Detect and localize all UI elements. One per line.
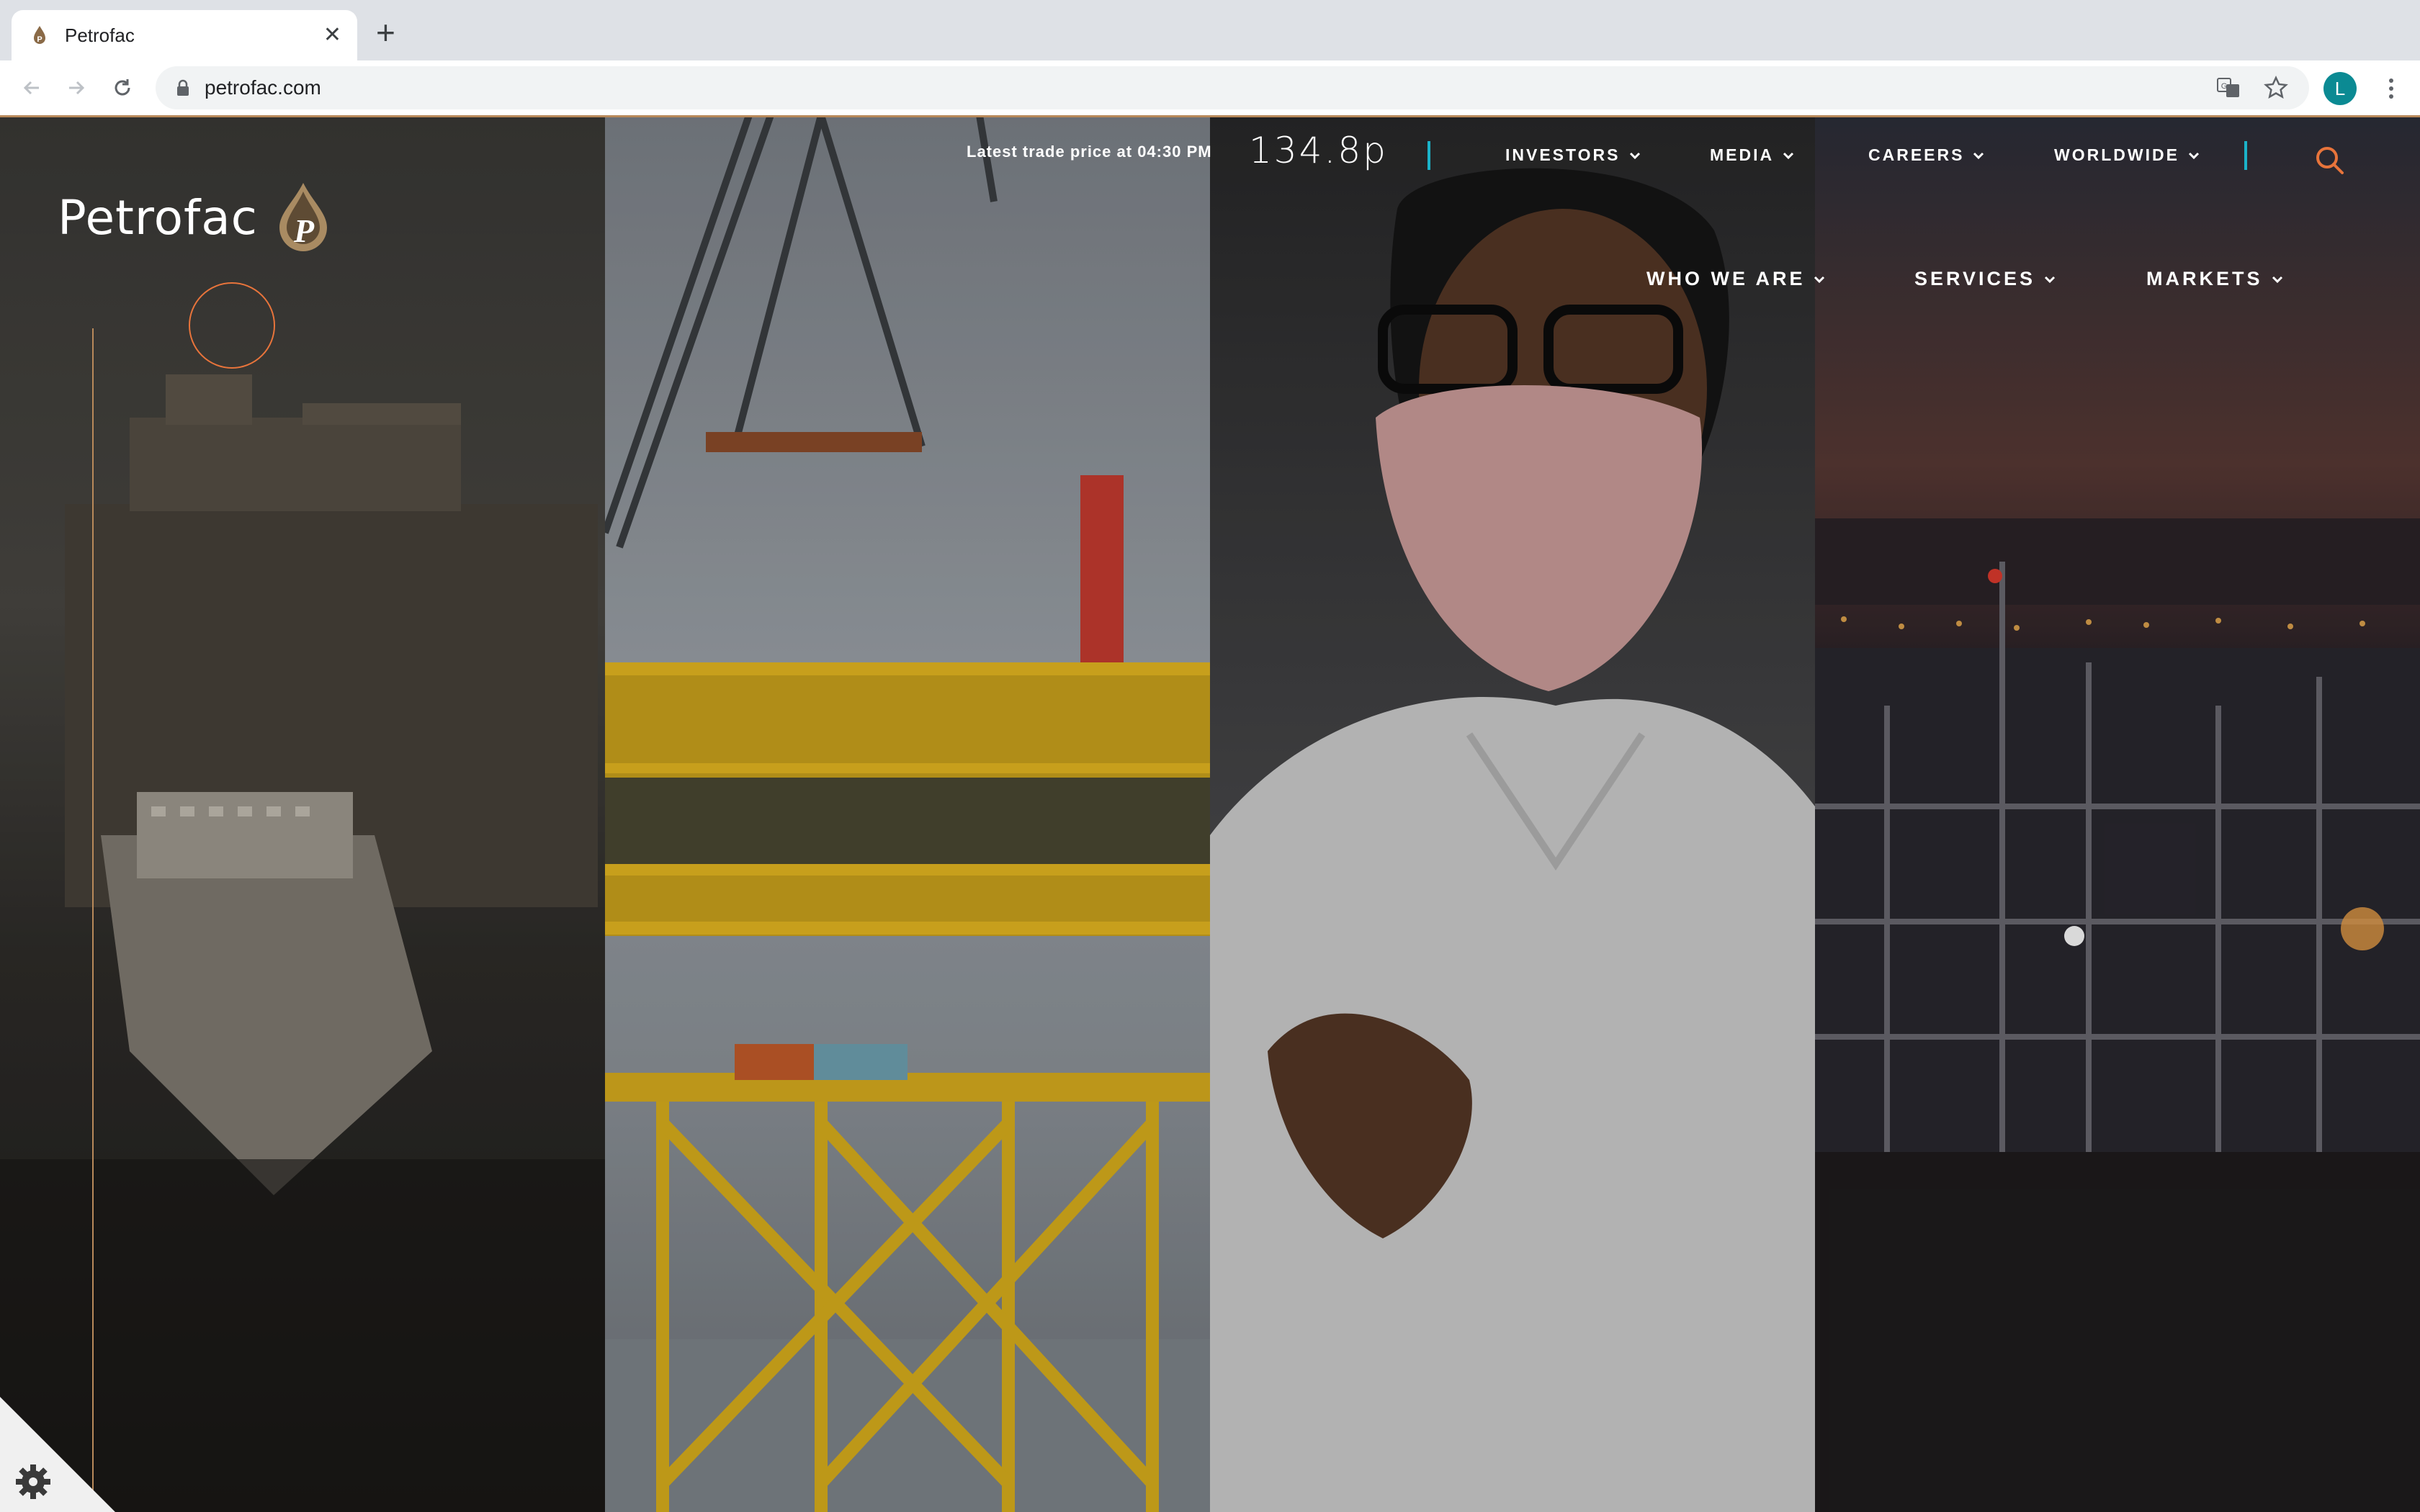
nav-services-label: SERVICES xyxy=(1914,268,2036,289)
nav-worldwide-label: WORLDWIDE xyxy=(2054,145,2179,164)
browser-toolbar: petrofac.com G L xyxy=(0,60,2420,116)
nav-markets-label: MARKETS xyxy=(2146,268,2263,289)
translate-icon[interactable]: G xyxy=(2214,73,2243,102)
decorative-vertical-line xyxy=(92,328,94,1509)
chevron-down-icon xyxy=(1629,152,1640,159)
nav-markets[interactable]: MARKETS xyxy=(2146,268,2283,290)
close-tab-icon[interactable]: ✕ xyxy=(323,24,341,46)
nav-services[interactable]: SERVICES xyxy=(1914,268,2056,290)
nav-media[interactable]: MEDIA xyxy=(1710,145,1794,165)
refinery-image xyxy=(1815,115,2420,1512)
logo-text: Petrofac xyxy=(58,189,258,246)
chevron-down-icon xyxy=(1973,152,1984,159)
back-arrow-icon[interactable] xyxy=(14,71,49,105)
chevron-down-icon xyxy=(2272,276,2282,283)
chevron-down-icon xyxy=(1814,276,1825,283)
forward-arrow-icon[interactable] xyxy=(59,71,94,105)
hero-panel-offshore-platform[interactable] xyxy=(605,115,1210,1512)
svg-text:P: P xyxy=(37,35,42,44)
nav-investors[interactable]: INVESTORS xyxy=(1505,145,1641,165)
address-bar[interactable]: petrofac.com G xyxy=(156,66,2309,109)
tab-title: Petrofac xyxy=(65,24,135,46)
header-divider xyxy=(1428,141,1430,170)
decorative-top-line xyxy=(0,115,2420,117)
browser-menu-icon[interactable] xyxy=(2377,72,2406,105)
profile-avatar[interactable]: L xyxy=(2323,72,2357,105)
browser-tab[interactable]: P Petrofac ✕ xyxy=(12,10,357,60)
header-divider xyxy=(2244,141,2247,170)
nav-careers-label: CAREERS xyxy=(1868,145,1965,164)
hero-panel-refinery[interactable] xyxy=(1815,115,2420,1512)
cookie-settings-button[interactable] xyxy=(0,1397,115,1512)
new-tab-button[interactable]: + xyxy=(376,16,395,49)
reload-icon[interactable] xyxy=(105,71,140,105)
nav-media-label: MEDIA xyxy=(1710,145,1775,164)
petrofac-favicon-icon: P xyxy=(34,26,45,44)
hero-panel-employee[interactable] xyxy=(1210,115,1815,1512)
svg-text:P: P xyxy=(293,212,315,249)
offshore-platform-image xyxy=(605,115,1210,1512)
trade-price-value: 134.8p xyxy=(1249,130,1388,171)
nav-investors-label: INVESTORS xyxy=(1505,145,1621,164)
hero-panel-ship[interactable]: Petrofac P xyxy=(0,115,605,1512)
url-text: petrofac.com xyxy=(205,76,321,99)
svg-text:G: G xyxy=(2221,82,2228,91)
chevron-down-icon xyxy=(2188,152,2199,159)
cookie-gear-icon xyxy=(16,1464,50,1499)
browser-tab-strip: P Petrofac ✕ + xyxy=(0,0,2420,60)
ship-image xyxy=(0,115,605,1512)
nav-worldwide[interactable]: WORLDWIDE xyxy=(2054,145,2200,165)
search-icon[interactable] xyxy=(2313,144,2345,176)
bookmark-star-icon[interactable] xyxy=(2262,73,2290,102)
petrofac-logo[interactable]: Petrofac P xyxy=(58,181,333,253)
cursor-circle xyxy=(189,282,275,369)
nav-careers[interactable]: CAREERS xyxy=(1868,145,1984,165)
employee-image xyxy=(1210,115,1815,1512)
lock-icon xyxy=(177,79,189,96)
nav-who-we-are-label: WHO WE ARE xyxy=(1646,268,1806,289)
trade-price-label: Latest trade price at 04:30 PM xyxy=(967,143,1212,161)
petrofac-drop-logo-icon: P xyxy=(279,183,327,251)
chevron-down-icon xyxy=(2045,276,2056,283)
nav-who-we-are[interactable]: WHO WE ARE xyxy=(1646,268,1825,290)
page-content: Petrofac P Latest trade price at 04:30 P… xyxy=(0,115,2420,1512)
chevron-down-icon xyxy=(1783,152,1794,159)
